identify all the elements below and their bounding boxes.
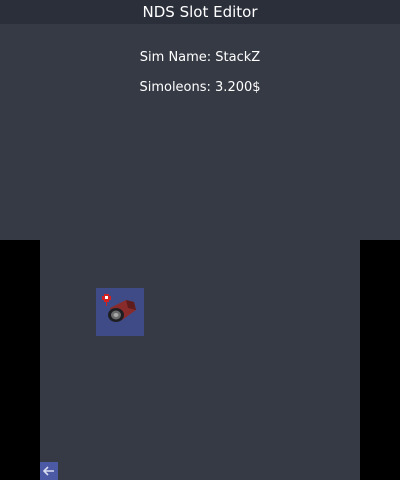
app-title: NDS Slot Editor — [0, 0, 400, 24]
sim-name-label: Sim Name: StackZ — [139, 50, 261, 65]
back-button[interactable] — [40, 462, 58, 480]
top-screen: NDS Slot Editor Sim Name: StackZ Simoleo… — [0, 0, 400, 240]
red-log-item-icon — [102, 294, 136, 322]
simoleons-label: Simoleons: 3.200$ — [139, 80, 261, 95]
bottom-screen — [40, 240, 360, 480]
slot-item[interactable] — [96, 288, 144, 336]
back-arrow-icon — [42, 466, 54, 476]
